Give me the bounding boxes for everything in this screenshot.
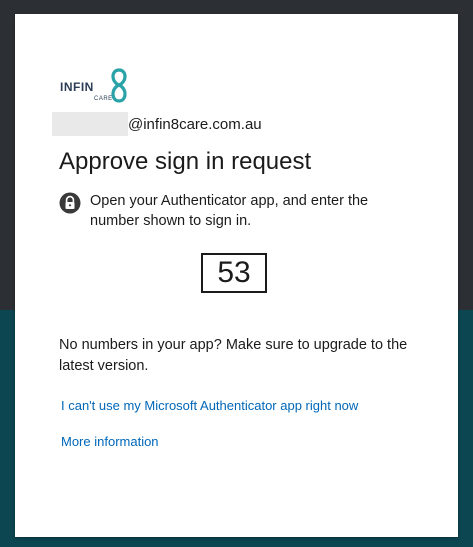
more-information-link[interactable]: More information — [61, 434, 159, 449]
redacted-username — [52, 112, 128, 136]
company-logo: INFIN CARE — [60, 66, 130, 106]
logo-wordmark: INFIN — [60, 80, 94, 94]
logo-subtext: CARE — [94, 96, 113, 102]
account-email-domain: @infin8care.com.au — [128, 115, 262, 133]
page-title: Approve sign in request — [59, 148, 312, 175]
instruction-text: Open your Authenticator app, and enter t… — [90, 193, 369, 229]
cant-use-authenticator-link[interactable]: I can't use my Microsoft Authenticator a… — [61, 398, 358, 413]
sign-in-card: INFIN CARE @infin8care.com.au Approve si… — [15, 14, 458, 537]
instruction-row: Open your Authenticator app, and enter t… — [59, 191, 399, 231]
upgrade-note: No numbers in your app? Make sure to upg… — [59, 337, 408, 374]
lock-icon — [59, 192, 81, 214]
verification-number: 53 — [201, 253, 267, 293]
account-identity: @infin8care.com.au — [52, 112, 262, 136]
